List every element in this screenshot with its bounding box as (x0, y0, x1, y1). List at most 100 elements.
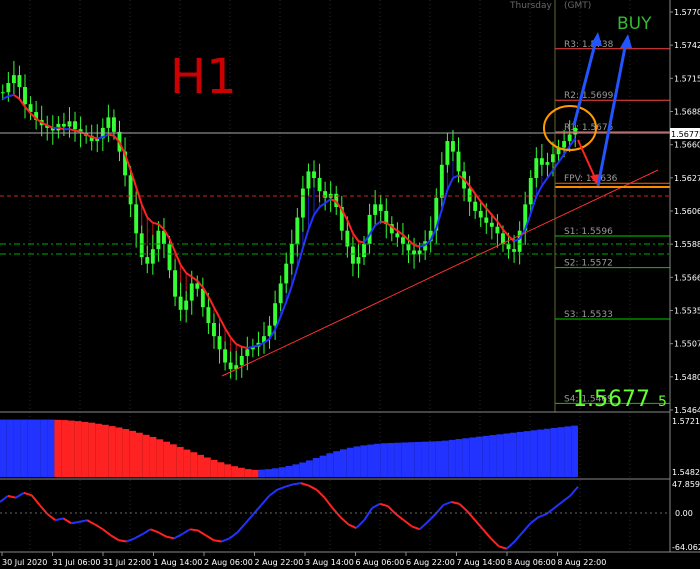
candle-body (239, 355, 244, 366)
oscillator-segment (355, 519, 365, 529)
candle-body (173, 270, 178, 297)
histogram-bar (455, 439, 463, 477)
histogram-bar (408, 442, 415, 477)
time-axis: 30 Jul 2020 31 Jul 06:00 31 Jul 22:00 1 Aug… (1, 552, 607, 567)
price-tick-label: 1.54805 (674, 373, 700, 382)
time-tick-label: 6 Aug 22:00 (406, 558, 455, 567)
histogram-bar (537, 429, 544, 477)
histogram-bar (204, 457, 211, 477)
ma-segment (296, 247, 304, 268)
oscillator-segment (490, 537, 500, 548)
candle-body (356, 257, 361, 264)
current-price-tag: 1.56775 (670, 128, 700, 139)
candle-body (362, 243, 366, 258)
pivot-level-label: S1: 1.5596 (564, 227, 613, 237)
candle-body (273, 303, 278, 326)
histogram-bar (448, 439, 456, 477)
candle-body (489, 222, 494, 227)
candle-body (373, 204, 378, 215)
candle-body (134, 204, 139, 234)
oscillator-segment (94, 523, 104, 531)
chart-canvas[interactable]: R3: 1.5738 R2: 1.5699 R1: 1.5675 FPV: 1.563… (0, 0, 700, 569)
histogram-bar (523, 431, 531, 477)
day-label: Thursday (509, 1, 553, 11)
oscillator-segment (141, 528, 151, 536)
ma-segment (74, 129, 81, 133)
candle-body (278, 283, 283, 304)
histogram-bar (380, 443, 388, 477)
histogram-bar (353, 446, 361, 477)
candle-body (445, 141, 450, 165)
ma-segment (108, 133, 115, 137)
histogram-bar (462, 438, 470, 477)
histogram-bar (210, 459, 218, 477)
time-tick-label: 2 Aug 22:00 (255, 558, 304, 567)
oscillator-segment (451, 500, 460, 505)
oscillator-segment (458, 503, 468, 512)
candles (0, 60, 578, 381)
candle-body (400, 237, 405, 244)
histogram-bar (292, 464, 300, 477)
oscillator-segment (339, 516, 350, 526)
oscillator-segment (569, 486, 579, 497)
histogram-bar (170, 444, 177, 477)
candle-body (17, 75, 22, 88)
trading-chart[interactable]: R3: 1.5738 R2: 1.5699 R1: 1.5675 FPV: 1.563… (0, 0, 700, 569)
histogram-bar (149, 436, 157, 477)
histogram-bar (476, 436, 483, 477)
histogram-bar (435, 441, 442, 477)
candle-body (528, 177, 533, 205)
big-price-display: 1.5677 (573, 387, 650, 412)
candle-body (184, 300, 189, 310)
pivot-level-label: S2: 1.5572 (564, 259, 613, 269)
ma-segment (179, 264, 188, 274)
histogram-bar (238, 467, 245, 477)
ma-segment (290, 267, 299, 287)
candle-body (0, 92, 5, 94)
histogram-bar (530, 430, 538, 477)
oscillator-segment (316, 489, 326, 499)
oscillator-segment (347, 523, 357, 529)
histogram-bar (61, 420, 68, 477)
oscillator-segment (157, 531, 167, 538)
time-tick-label: 7 Aug 14:00 (457, 558, 506, 567)
ma-segment (213, 306, 221, 319)
histogram-bar (489, 435, 497, 477)
oscillator-segment (513, 531, 524, 543)
candle-body (228, 362, 233, 370)
candle-body (478, 210, 483, 218)
ma-segment (69, 128, 76, 132)
oscillator-segment (166, 535, 175, 540)
histogram-bar (183, 449, 191, 477)
ma-segment (479, 201, 488, 209)
histogram-bar (244, 469, 252, 477)
candle-body (567, 134, 572, 142)
time-tick-label: 8 Aug 22:00 (558, 558, 607, 567)
oscillator-segment (506, 540, 516, 550)
histogram-bar (6, 419, 14, 477)
ma-segment (241, 345, 248, 350)
ma-segment (541, 177, 549, 187)
price-tick-label: 1.56270 (674, 174, 700, 183)
histogram-bar (544, 428, 551, 477)
buy-arrow-2 (596, 34, 632, 187)
histogram-bar (102, 424, 109, 477)
histogram-bar (326, 453, 334, 477)
oscillator-segment (62, 517, 72, 525)
candle-body (6, 83, 11, 93)
candle-body (551, 154, 555, 163)
ma-segment (91, 136, 98, 140)
histogram-bar (278, 467, 286, 477)
oscillator-segment (150, 528, 159, 534)
time-tick-label: 2 Aug 06:00 (204, 558, 253, 567)
histogram-bar (108, 426, 116, 477)
oscillator-segment (244, 513, 255, 524)
oscillator-segment (126, 537, 135, 543)
oscillator-segment (411, 525, 421, 531)
candle-body (300, 188, 305, 218)
histogram-bar (333, 451, 340, 477)
oscillator-segment (23, 491, 32, 497)
ma-segment (140, 203, 149, 218)
histogram-bar (564, 426, 572, 477)
oscillator-segment (538, 513, 547, 519)
